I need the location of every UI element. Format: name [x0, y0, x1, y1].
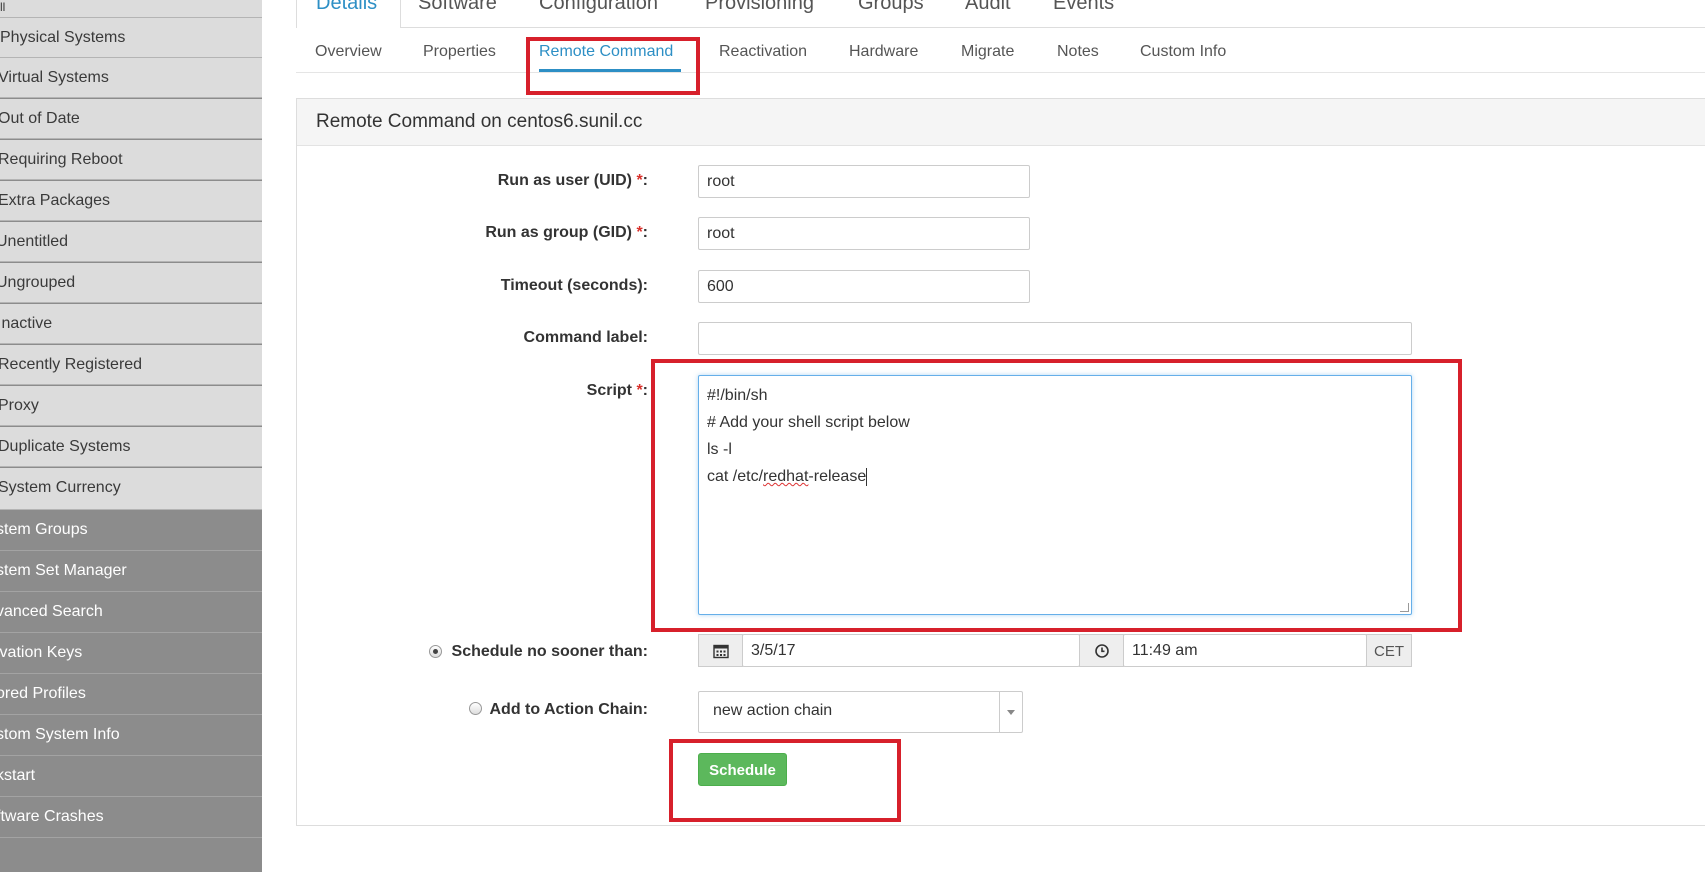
calendar-icon — [712, 644, 729, 658]
tab-configuration[interactable]: Configuration — [539, 0, 658, 15]
sidebar-item-label: Extra Packages — [0, 192, 111, 209]
timeout-label: Timeout (seconds): — [500, 277, 648, 294]
sidebar-item-label: vanced Search — [0, 603, 103, 620]
sidebar-item-ungrouped[interactable]: Ungrouped — [0, 263, 262, 303]
sidebar-item-label: Ungrouped — [0, 274, 76, 291]
sidebar-item-proxy[interactable]: Proxy — [0, 386, 262, 426]
sidebar-item-label: Requiring Reboot — [0, 151, 123, 168]
gid-label: Run as group (GID) *: — [485, 224, 648, 241]
sidebar-section-system-groups[interactable]: stem Groups — [0, 510, 262, 551]
tab-groups[interactable]: Groups — [858, 0, 924, 15]
panel-title: Remote Command on centos6.sunil.cc — [316, 111, 643, 132]
schedule-label: Schedule no sooner than: — [451, 643, 648, 660]
sidebar-section-stored-profiles[interactable]: ored Profiles — [0, 674, 262, 715]
time-input[interactable]: 11:49 am — [1123, 634, 1367, 667]
script-label: Script *: — [586, 382, 648, 399]
action-chain-radio[interactable] — [469, 702, 482, 715]
timeout-input[interactable]: 600 — [698, 270, 1030, 303]
sidebar-item-label: Recently Registered — [0, 356, 143, 373]
sidebar-item-label: Virtual Systems — [0, 69, 109, 86]
sidebar-item-recently-registered[interactable]: Recently Registered — [0, 345, 262, 385]
sidebar-item-label: stem Groups — [0, 521, 88, 538]
sidebar-section-custom-system-info[interactable]: stom System Info — [0, 715, 262, 756]
subtab-reactivation[interactable]: Reactivation — [719, 43, 807, 61]
date-input[interactable]: 3/5/17 — [742, 634, 1080, 667]
action-chain-label: Add to Action Chain: — [489, 701, 649, 718]
sidebar-item-label: System Currency — [0, 479, 121, 496]
highlight-script-area — [651, 359, 1462, 632]
sidebar-section-kickstart[interactable]: kstart — [0, 756, 262, 797]
clock-icon — [1094, 643, 1109, 658]
sidebar-section-activation-keys[interactable]: ivation Keys — [0, 633, 262, 674]
sidebar-item-label: Unentitled — [0, 233, 69, 250]
sidebar-item-system-currency[interactable]: System Currency — [0, 468, 262, 510]
calendar-addon[interactable] — [698, 634, 743, 667]
subtab-notes[interactable]: Notes — [1057, 43, 1099, 61]
panel-header: Remote Command on centos6.sunil.cc — [297, 99, 1705, 146]
sidebar-item-label: ored Profiles — [0, 685, 86, 702]
sidebar-section-system-set-manager[interactable]: stem Set Manager — [0, 551, 262, 592]
sidebar-item-label: Physical Systems — [0, 29, 126, 46]
highlight-schedule-button — [669, 739, 901, 822]
sidebar-item-label: Out of Date — [0, 110, 80, 127]
subtab-hardware[interactable]: Hardware — [849, 43, 918, 61]
action-chain-select[interactable]: new action chain — [698, 691, 1023, 733]
subtab-custom-info[interactable]: Custom Info — [1140, 43, 1226, 61]
action-chain-value: new action chain — [713, 702, 833, 719]
chevron-down-icon — [999, 692, 1022, 732]
sidebar-item-label: Inactive — [0, 315, 53, 332]
clock-addon[interactable] — [1079, 634, 1124, 667]
sidebar-item-label: Proxy — [0, 397, 39, 414]
highlight-remote-command-tab — [526, 37, 700, 95]
command-label-label: Command label: — [523, 329, 648, 346]
tab-provisioning[interactable]: Provisioning — [705, 0, 814, 15]
sidebar-item-requiring-reboot[interactable]: Requiring Reboot — [0, 140, 262, 180]
uid-input[interactable]: root — [698, 165, 1030, 198]
sidebar-item-label: ftware Crashes — [0, 808, 104, 825]
uid-label: Run as user (UID) *: — [497, 172, 648, 189]
sidebar-item-duplicate-systems[interactable]: Duplicate Systems — [0, 427, 262, 467]
tab-events[interactable]: Events — [1053, 0, 1114, 15]
subtab-properties[interactable]: Properties — [423, 43, 496, 61]
sidebar-item-physical-systems[interactable]: Physical Systems — [0, 18, 262, 58]
sidebar-section-advanced-search[interactable]: vanced Search — [0, 592, 262, 633]
sidebar-item-label: kstart — [0, 767, 36, 784]
sidebar-item-label: stom System Info — [0, 726, 120, 743]
subtab-migrate[interactable]: Migrate — [961, 43, 1014, 61]
sidebar: ll Physical Systems Virtual Systems Out … — [0, 0, 262, 872]
sidebar-item-label: Duplicate Systems — [0, 438, 131, 455]
schedule-radio[interactable] — [429, 645, 442, 658]
sidebar-item-inactive[interactable]: Inactive — [0, 304, 262, 344]
sidebar-item-virtual-systems[interactable]: Virtual Systems — [0, 58, 262, 98]
timezone-addon: CET — [1366, 634, 1412, 667]
sidebar-item-extra-packages[interactable]: Extra Packages — [0, 181, 262, 221]
sidebar-item-label: stem Set Manager — [0, 562, 127, 579]
command-label-input[interactable] — [698, 322, 1412, 355]
sidebar-section-software-crashes[interactable]: ftware Crashes — [0, 797, 262, 838]
sidebar-item-all[interactable]: ll — [0, 0, 262, 18]
tab-details[interactable]: Details — [316, 0, 377, 15]
subtab-overview[interactable]: Overview — [315, 43, 382, 61]
sidebar-item-out-of-date[interactable]: Out of Date — [0, 99, 262, 139]
gid-input[interactable]: root — [698, 217, 1030, 250]
tab-audit[interactable]: Audit — [965, 0, 1011, 15]
sidebar-item-unentitled[interactable]: Unentitled — [0, 222, 262, 262]
sidebar-item-label: ivation Keys — [0, 644, 83, 661]
tab-software[interactable]: Software — [418, 0, 497, 15]
